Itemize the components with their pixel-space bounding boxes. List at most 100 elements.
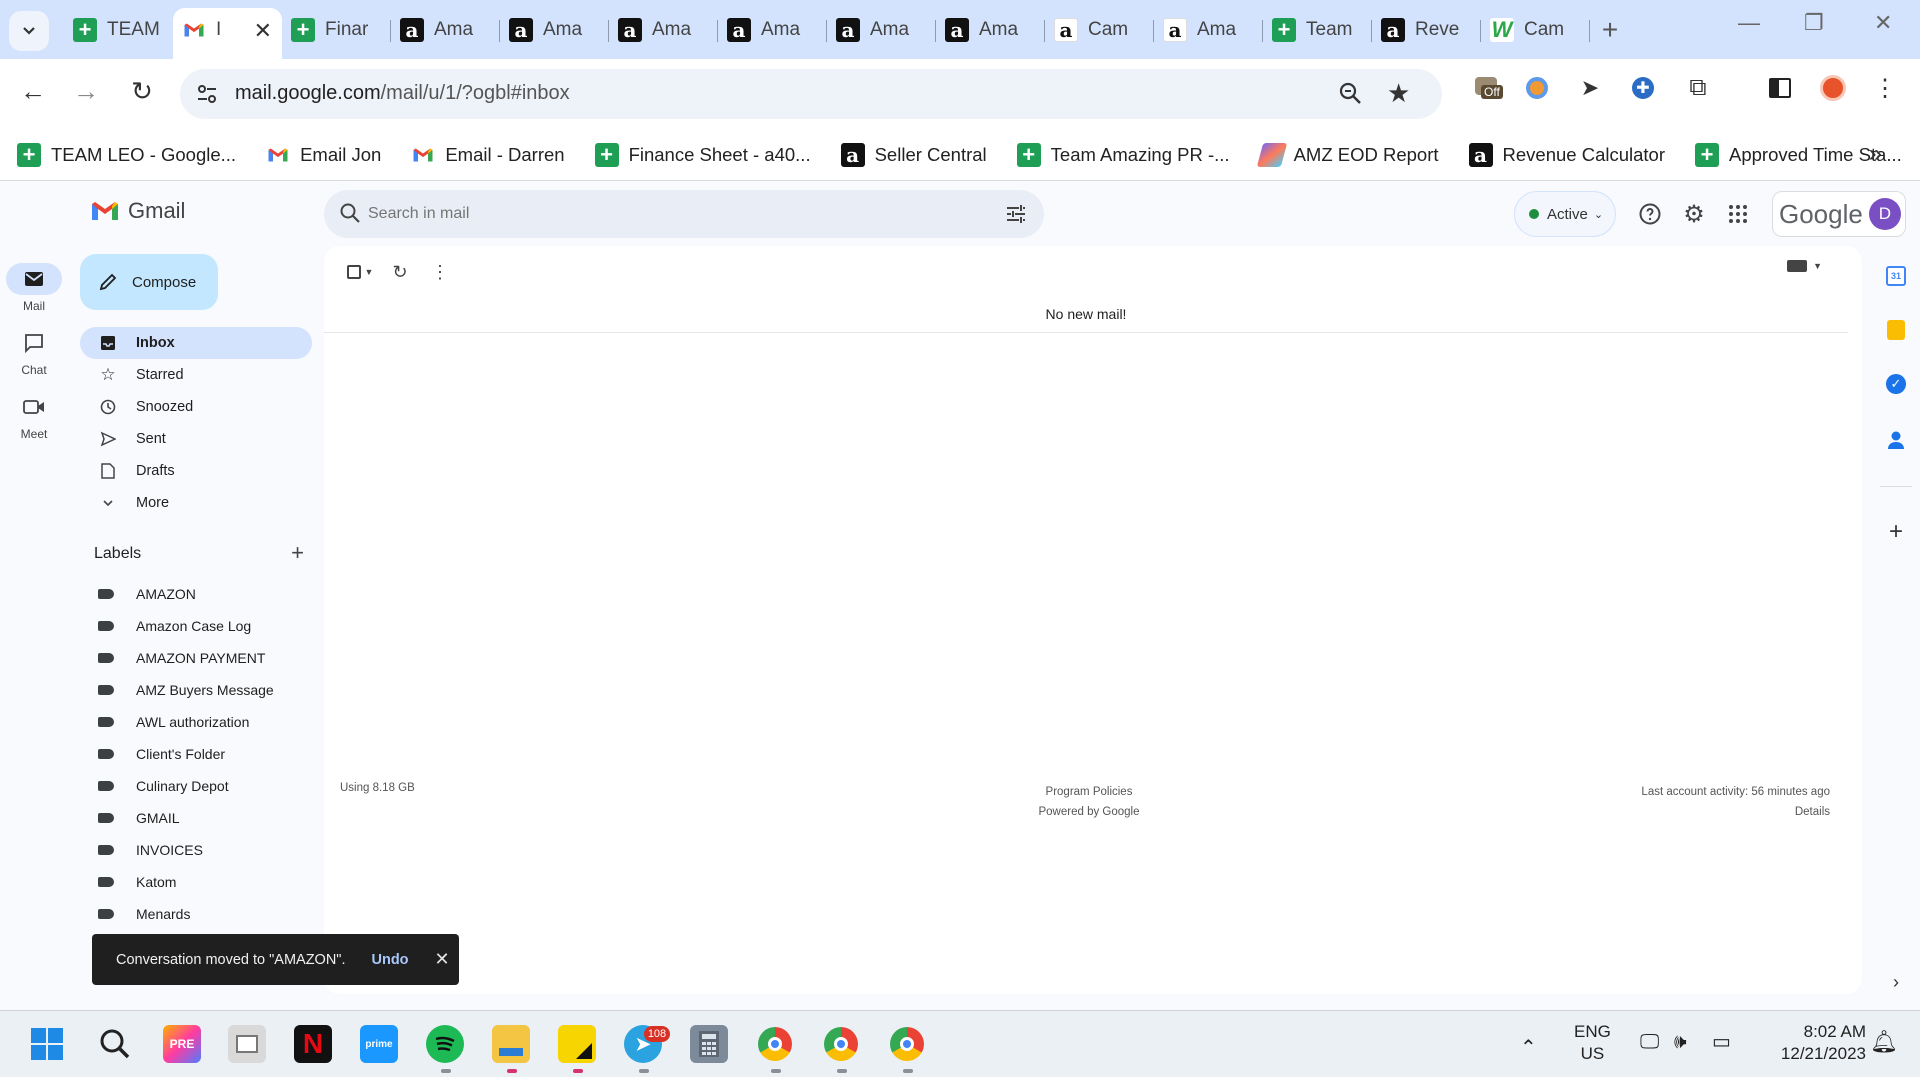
label-item[interactable]: Amazon Case Log: [80, 610, 312, 642]
sticky-notes-icon[interactable]: [558, 1025, 596, 1063]
tab[interactable]: a Ama: [500, 8, 609, 52]
extension-off-icon[interactable]: Off: [1470, 73, 1510, 103]
clock[interactable]: 8:02 AM 12/21/2023: [1756, 1021, 1866, 1065]
tab[interactable]: a Ama: [609, 8, 718, 52]
bookmark-item[interactable]: + Finance Sheet - a40...: [594, 142, 811, 167]
search-input[interactable]: [368, 200, 968, 228]
help-icon[interactable]: [1636, 200, 1664, 228]
menu-dots-icon[interactable]: ⋮: [1870, 73, 1900, 103]
zoom-icon[interactable]: [1338, 81, 1364, 107]
apps-grid-icon[interactable]: [1724, 200, 1752, 228]
bookmarks-overflow-icon[interactable]: »: [1869, 140, 1882, 168]
refresh-icon[interactable]: ↻: [380, 258, 420, 286]
spotify-icon[interactable]: [426, 1025, 464, 1063]
nav-item-sent[interactable]: Sent: [80, 423, 312, 455]
notifications-icon[interactable]: 🔔︎: [1870, 1031, 1898, 1053]
label-item[interactable]: Menards: [80, 898, 312, 930]
language-indicator[interactable]: ENG US: [1574, 1021, 1611, 1065]
extensions-puzzle-icon[interactable]: ⧉: [1683, 73, 1713, 103]
close-tab-icon[interactable]: ✕: [254, 18, 272, 44]
nav-item-more[interactable]: More: [80, 487, 312, 519]
label-item[interactable]: GMAIL: [80, 802, 312, 834]
reload-icon[interactable]: ↻: [124, 76, 160, 107]
minimize-icon[interactable]: —: [1738, 10, 1760, 36]
tab[interactable]: a Reve: [1372, 8, 1481, 52]
account-button[interactable]: Google D: [1772, 191, 1906, 237]
bookmark-item[interactable]: AMZ EOD Report: [1256, 142, 1439, 167]
profile-icon[interactable]: [1818, 73, 1848, 103]
bookmark-item[interactable]: a Revenue Calculator: [1468, 142, 1665, 167]
show-hidden-icons-icon[interactable]: ⌃: [1520, 1037, 1537, 1059]
task-view-icon[interactable]: [228, 1025, 266, 1063]
search-bar[interactable]: [324, 190, 1044, 238]
split-pane-toggle[interactable]: ▼: [1787, 260, 1822, 272]
chrome-icon[interactable]: [756, 1025, 794, 1063]
nav-item-snoozed[interactable]: Snoozed: [80, 391, 312, 423]
bookmark-item[interactable]: Email Jon: [266, 143, 381, 167]
extension-cursor-icon[interactable]: ➤: [1575, 73, 1605, 103]
site-settings-icon[interactable]: [194, 81, 220, 107]
tab-search-button[interactable]: [9, 11, 49, 51]
status-button[interactable]: Active ⌄: [1514, 191, 1616, 237]
tab[interactable]: a Ama: [827, 8, 936, 52]
search-icon[interactable]: [338, 201, 362, 225]
label-item[interactable]: INVOICES: [80, 834, 312, 866]
details-link[interactable]: Details: [1641, 802, 1830, 822]
extension-orange-icon[interactable]: [1522, 73, 1552, 103]
settings-gear-icon[interactable]: ⚙: [1680, 200, 1708, 228]
label-item[interactable]: Katom: [80, 866, 312, 898]
tab-active[interactable]: I ✕: [173, 8, 282, 59]
select-checkbox[interactable]: ▼: [340, 258, 380, 286]
close-icon[interactable]: ✕: [435, 949, 450, 970]
extension-blue-icon[interactable]: ✚: [1628, 73, 1658, 103]
compose-button[interactable]: Compose: [80, 254, 218, 310]
forward-icon[interactable]: →: [68, 76, 104, 107]
side-panel-icon[interactable]: [1765, 73, 1795, 103]
bookmark-star-icon[interactable]: ★: [1387, 78, 1410, 109]
bookmark-item[interactable]: + Team Amazing PR -...: [1016, 142, 1230, 167]
label-item[interactable]: AMZ Buyers Message: [80, 674, 312, 706]
tab[interactable]: + TEAM: [64, 8, 173, 52]
network-icon[interactable]: 🖵: [1640, 1031, 1659, 1053]
tab[interactable]: a Ama: [391, 8, 500, 52]
netflix-icon[interactable]: N: [294, 1025, 332, 1063]
keep-icon[interactable]: [1884, 318, 1908, 342]
label-item[interactable]: Culinary Depot: [80, 770, 312, 802]
file-explorer-icon[interactable]: [492, 1025, 530, 1063]
bookmark-item[interactable]: + TEAM LEO - Google...: [17, 142, 236, 167]
tab[interactable]: + Team: [1263, 8, 1372, 52]
bookmark-item[interactable]: Email - Darren: [411, 143, 565, 167]
back-icon[interactable]: ←: [15, 76, 51, 107]
contacts-icon[interactable]: [1884, 428, 1908, 452]
calculator-icon[interactable]: [690, 1025, 728, 1063]
nav-item-drafts[interactable]: Drafts: [80, 455, 312, 487]
more-options-icon[interactable]: ⋮: [420, 258, 460, 286]
label-item[interactable]: AWL authorization: [80, 706, 312, 738]
bookmark-item[interactable]: a Seller Central: [840, 142, 987, 167]
tab[interactable]: a Ama: [718, 8, 827, 52]
search-options-icon[interactable]: [1004, 202, 1028, 226]
restore-icon[interactable]: ❐: [1804, 10, 1824, 36]
close-window-icon[interactable]: ✕: [1874, 10, 1892, 36]
address-bar[interactable]: mail.google.com/mail/u/1/?ogbl#inbox ★: [180, 69, 1442, 119]
chrome-icon[interactable]: [822, 1025, 860, 1063]
battery-icon[interactable]: ▭: [1712, 1031, 1731, 1053]
tab[interactable]: + Finar: [282, 8, 391, 52]
tab[interactable]: a Cam: [1045, 8, 1154, 52]
rail-item-chat[interactable]: Chat: [0, 327, 68, 377]
prime-video-icon[interactable]: prime: [360, 1025, 398, 1063]
label-item[interactable]: AMAZON: [80, 578, 312, 610]
windows-start-icon[interactable]: [28, 1025, 66, 1063]
nav-item-starred[interactable]: ☆ Starred: [80, 359, 312, 391]
new-tab-icon[interactable]: +: [1590, 8, 1630, 52]
label-item[interactable]: AMAZON PAYMENT: [80, 642, 312, 674]
volume-icon[interactable]: 🕪: [1674, 1031, 1687, 1053]
program-policies-link[interactable]: Program Policies: [909, 782, 1269, 802]
calendar-icon[interactable]: 31: [1884, 264, 1908, 288]
chrome-icon[interactable]: [888, 1025, 926, 1063]
add-addon-icon[interactable]: +: [1884, 518, 1908, 545]
add-label-icon[interactable]: +: [291, 542, 304, 564]
rail-item-meet[interactable]: Meet: [0, 391, 68, 441]
expand-panel-icon[interactable]: ›: [1884, 970, 1908, 994]
gmail-logo[interactable]: Gmail: [90, 198, 185, 224]
